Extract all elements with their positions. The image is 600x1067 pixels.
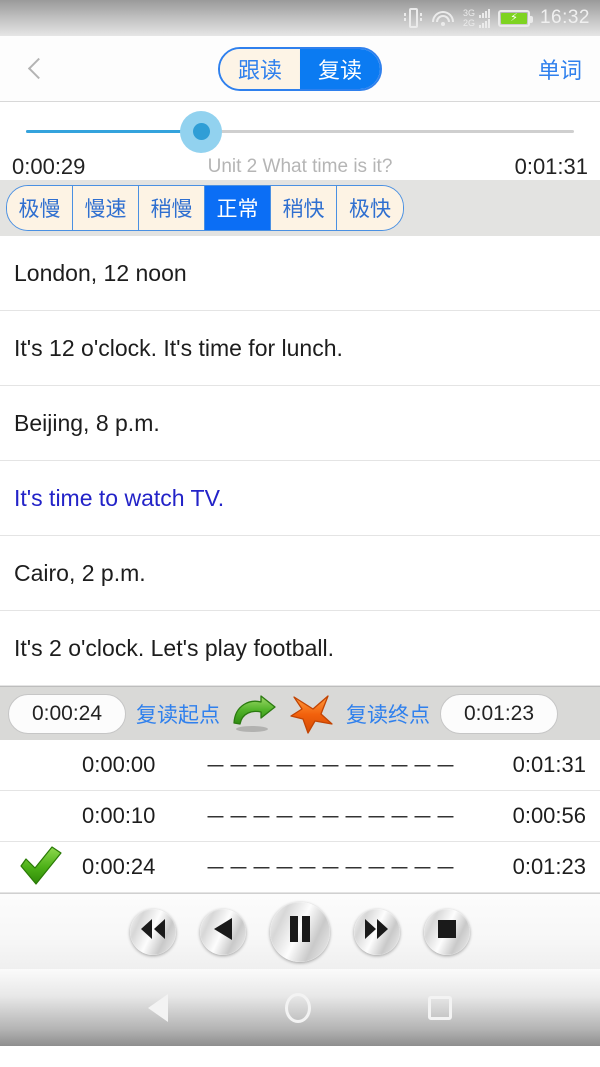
marker-end-time: 0:00:56: [512, 803, 586, 828]
speed-option-0[interactable]: 极慢: [7, 186, 73, 230]
battery-charging-icon: ⚡: [497, 9, 533, 27]
repeat-start-label[interactable]: 复读起点: [136, 699, 220, 729]
fast-forward-button[interactable]: [354, 908, 400, 955]
sentence-row[interactable]: It's 2 o'clock. Let's play football.: [0, 611, 600, 686]
speed-bar: 极慢 慢速 稍慢 正常 稍快 极快: [0, 180, 600, 236]
speed-option-4[interactable]: 稍快: [271, 186, 337, 230]
tab-follow-read[interactable]: 跟读: [219, 48, 300, 89]
sentence-list: London, 12 noon It's 12 o'clock. It's tim…: [0, 236, 600, 686]
repeat-end-input[interactable]: 0:01:23: [440, 693, 558, 734]
sentence-row[interactable]: It's time to watch TV.: [0, 461, 600, 536]
speed-option-label: 正常: [216, 198, 259, 221]
sentence-text: Beijing, 8 p.m.: [14, 409, 160, 436]
sentence-row[interactable]: It's 12 o'clock. It's time for lunch.: [0, 311, 600, 386]
marker-separator: －－－－－－－－－－－: [204, 856, 458, 881]
transport-controls: [0, 893, 600, 969]
repeat-end-label[interactable]: 复读终点: [346, 699, 430, 729]
seek-track[interactable]: [26, 130, 574, 133]
pause-icon: [289, 916, 311, 947]
repeat-range-bar: 0:00:24 复读起点 复读终点 0:01:23: [0, 686, 600, 740]
signal-icon: 3G 2G: [462, 7, 490, 28]
sentence-text: It's 2 o'clock. Let's play football.: [14, 634, 335, 661]
stop-icon: [437, 919, 457, 944]
marker-list: 0:00:00 －－－－－－－－－－－ 0:01:31 0:00:10 －－－－－－－－…: [0, 740, 600, 893]
speed-button-group: 极慢 慢速 稍慢 正常 稍快 极快: [6, 185, 404, 231]
marker-row[interactable]: 0:00:00 －－－－－－－－－－－ 0:01:31: [0, 740, 600, 791]
stop-button[interactable]: [424, 908, 470, 955]
sentence-text: Cairo, 2 p.m.: [14, 559, 146, 586]
green-checkmark-icon: [20, 846, 62, 885]
vibrate-icon: [403, 7, 423, 29]
marker-separator: －－－－－－－－－－－: [204, 754, 458, 779]
sentence-row[interactable]: London, 12 noon: [0, 236, 600, 311]
speed-option-1[interactable]: 慢速: [73, 186, 139, 230]
play-left-icon: [213, 918, 233, 945]
speed-option-2[interactable]: 稍慢: [139, 186, 205, 230]
nav-back-icon[interactable]: [148, 993, 169, 1022]
total-time: 0:01:31: [514, 154, 588, 179]
marker-start-time: 0:00:10: [82, 803, 156, 828]
sentence-text: London, 12 noon: [14, 259, 187, 286]
sentence-row[interactable]: Beijing, 8 p.m.: [0, 386, 600, 461]
sentence-text: It's 12 o'clock. It's time for lunch.: [14, 334, 343, 361]
chevron-left-icon: [27, 57, 49, 80]
rewind-button[interactable]: [130, 908, 176, 955]
marker-check-cell: [0, 846, 82, 888]
speed-option-label: 稍快: [282, 198, 325, 221]
wifi-icon: [431, 8, 455, 28]
tab-repeat-read[interactable]: 复读: [300, 48, 381, 89]
app-root: 3G 2G ⚡ 16:32 跟读 复读 单词 0:00:29 Unit 2 Wh…: [0, 0, 600, 1067]
speed-option-label: 稍慢: [150, 198, 193, 221]
android-nav-bar: [0, 969, 600, 1046]
speed-option-5[interactable]: 极快: [337, 186, 403, 230]
sentence-row[interactable]: Cairo, 2 p.m.: [0, 536, 600, 611]
status-bar: 3G 2G ⚡ 16:32: [0, 0, 600, 36]
curved-arrow-right-icon[interactable]: [230, 693, 278, 735]
back-button[interactable]: [0, 36, 70, 102]
nav-home-icon[interactable]: [284, 992, 311, 1023]
title-bar: 跟读 复读 单词: [0, 36, 600, 102]
speed-option-label: 极快: [349, 198, 391, 221]
speed-option-3[interactable]: 正常: [205, 186, 271, 230]
speed-option-label: 极慢: [18, 198, 61, 221]
signal-3g-label: 3G: [462, 7, 475, 18]
player-progress-section: 0:00:29 Unit 2 What time is it? 0:01:31: [0, 102, 600, 180]
signal-2g-label: 2G: [462, 17, 475, 28]
speed-option-label: 慢速: [84, 198, 127, 221]
marker-end-time: 0:01:23: [512, 854, 586, 879]
repeat-start-input[interactable]: 0:00:24: [8, 693, 126, 734]
rewind-icon: [140, 919, 166, 944]
previous-button[interactable]: [200, 908, 246, 955]
nav-recent-icon[interactable]: [427, 995, 452, 1020]
vocabulary-button[interactable]: 单词: [538, 53, 582, 85]
pause-button[interactable]: [270, 901, 330, 962]
arrow-up-right-icon[interactable]: [288, 693, 336, 735]
unit-title: Unit 2 What time is it?: [207, 156, 393, 177]
mode-toggle: 跟读 复读: [217, 46, 383, 91]
fast-forward-icon: [364, 919, 390, 944]
time-row: 0:00:29 Unit 2 What time is it? 0:01:31: [0, 154, 600, 180]
marker-start-time: 0:00:24: [82, 854, 156, 879]
marker-end-time: 0:01:31: [512, 752, 586, 777]
status-bar-clock: 16:32: [539, 7, 590, 28]
seek-fill: [26, 130, 202, 133]
seek-thumb[interactable]: [192, 123, 210, 140]
marker-separator: －－－－－－－－－－－: [204, 805, 458, 830]
marker-start-time: 0:00:00: [82, 752, 156, 777]
current-time: 0:00:29: [12, 154, 86, 179]
marker-row[interactable]: 0:00:24 －－－－－－－－－－－ 0:01:23: [0, 842, 600, 893]
marker-row[interactable]: 0:00:10 －－－－－－－－－－－ 0:00:56: [0, 791, 600, 842]
sentence-text: It's time to watch TV.: [14, 484, 225, 511]
